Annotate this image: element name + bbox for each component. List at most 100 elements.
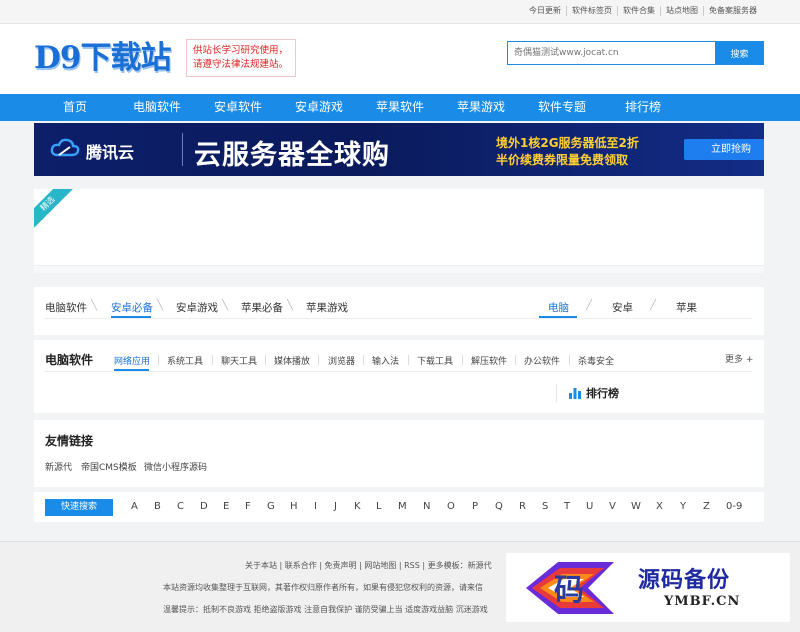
pc-software-section: 电脑软件 网络应用 系统工具 聊天工具 媒体播放 浏览器 输入法 下载工具 解压… [34, 340, 764, 413]
tab-right-pc[interactable]: 电脑 [548, 300, 569, 315]
featured-footer-strip [34, 265, 764, 273]
main-nav: 首页 电脑软件 安卓软件 安卓游戏 苹果软件 苹果游戏 软件专题 排行榜 [0, 94, 800, 121]
tab-android-essentials[interactable]: 安卓必备 [111, 300, 153, 315]
letter-link[interactable]: X [656, 501, 663, 512]
notice-line-2: 请遵守法律法规建站。 [193, 59, 289, 70]
letter-link[interactable]: P [472, 501, 478, 512]
more-link[interactable]: 更多 + [725, 352, 753, 365]
letter-link[interactable]: K [354, 501, 361, 512]
subtab-divider [158, 355, 159, 365]
tab-separator: ╲ [91, 300, 98, 311]
top-link-software-collection[interactable]: 软件合集 [617, 6, 660, 16]
watermark-en-text: YMBF.CN [664, 594, 741, 609]
nav-ranking[interactable]: 排行榜 [625, 94, 661, 121]
subtab-divider [515, 355, 516, 365]
letter-link[interactable]: Y [680, 501, 686, 512]
top-utility-bar: 今日更新 软件标签页 软件合集 站点地图 免备案服务器 [0, 0, 800, 24]
nav-ios-software[interactable]: 苹果软件 [376, 94, 424, 121]
section-title: 电脑软件 [45, 353, 94, 367]
nav-pc-software[interactable]: 电脑软件 [133, 94, 181, 121]
subtab-chat-tools[interactable]: 聊天工具 [221, 354, 257, 367]
letter-link[interactable]: N [423, 501, 430, 512]
friend-link[interactable]: 微信小程序源码 [144, 460, 207, 473]
top-link-software-tags[interactable]: 软件标签页 [566, 6, 617, 16]
tabs-baseline [44, 318, 752, 319]
tab-pc-software[interactable]: 电脑软件 [45, 300, 87, 315]
ranking-title: 排行榜 [586, 387, 619, 400]
letter-index-bar: 快速搜索 A B C D E F G H I J K L M N O P Q R… [34, 492, 764, 522]
subtab-divider [569, 355, 570, 365]
rank-divider [556, 384, 557, 402]
subtab-antivirus[interactable]: 杀毒安全 [578, 354, 614, 367]
nav-android-software[interactable]: 安卓软件 [214, 94, 262, 121]
letter-link[interactable]: U [586, 501, 593, 512]
ad-banner[interactable]: 腾讯云 云服务器全球购 境外1核2G服务器低至2折 半价续费券限量免费领取 立即… [34, 123, 764, 176]
subtab-network-apps[interactable]: 网络应用 [114, 354, 150, 367]
top-link-sitemap[interactable]: 站点地图 [660, 6, 703, 16]
letter-link[interactable]: L [376, 501, 382, 512]
friend-links-section: 友情链接 新源代 帝国CMS模板 微信小程序源码 [34, 420, 764, 487]
letter-link[interactable]: R [519, 501, 526, 512]
nav-software-topics[interactable]: 软件专题 [538, 94, 586, 121]
letter-link[interactable]: H [290, 501, 298, 512]
subtab-divider [212, 355, 213, 365]
friend-link[interactable]: 帝国CMS模板 [81, 460, 137, 473]
tab-android-games[interactable]: 安卓游戏 [176, 300, 218, 315]
tab-separator: ╱ [650, 300, 657, 311]
site-logo[interactable]: D9下载站 [34, 32, 171, 77]
letter-link[interactable]: E [223, 501, 229, 512]
nav-android-games[interactable]: 安卓游戏 [295, 94, 343, 121]
top-link-today-updates[interactable]: 今日更新 [524, 6, 566, 16]
letter-link[interactable]: I [314, 501, 317, 512]
banner-divider [182, 133, 183, 166]
nav-ios-games[interactable]: 苹果游戏 [457, 94, 505, 121]
search-input[interactable] [507, 41, 715, 65]
watermark-badge-char: 码 [554, 573, 584, 608]
category-tabs: 电脑软件 ╲ 安卓必备 ╲ 安卓游戏 ╲ 苹果必备 ╲ 苹果游戏 电脑 ╱ 安卓… [34, 287, 764, 335]
letter-link[interactable]: A [131, 501, 138, 512]
banner-headline: 云服务器全球购 [194, 140, 390, 171]
letter-link[interactable]: Z [703, 501, 710, 512]
letter-link[interactable]: S [542, 501, 548, 512]
subtabs-baseline [44, 371, 752, 372]
subtab-media-players[interactable]: 媒体播放 [274, 354, 310, 367]
subtab-browsers[interactable]: 浏览器 [328, 354, 355, 367]
tab-right-ios[interactable]: 苹果 [676, 300, 697, 315]
letter-link[interactable]: F [245, 501, 251, 512]
letter-link[interactable]: M [398, 501, 407, 512]
top-link-server[interactable]: 免备案服务器 [703, 6, 762, 16]
subtab-system-tools[interactable]: 系统工具 [167, 354, 203, 367]
banner-offer-line-2: 半价续费券限量免费领取 [496, 153, 629, 167]
friend-link[interactable]: 新源代 [45, 460, 72, 473]
letter-link[interactable]: T [564, 501, 570, 512]
letter-link[interactable]: G [267, 501, 275, 512]
nav-home[interactable]: 首页 [63, 94, 87, 121]
tab-right-android[interactable]: 安卓 [612, 300, 633, 315]
banner-cta-button[interactable]: 立即抢购 [684, 139, 764, 160]
tab-ios-essentials[interactable]: 苹果必备 [241, 300, 283, 315]
subtab-divider [363, 355, 364, 365]
letter-link[interactable]: O [447, 501, 455, 512]
letter-link[interactable]: V [609, 501, 616, 512]
tab-ios-games[interactable]: 苹果游戏 [306, 300, 348, 315]
letter-link[interactable]: 0-9 [726, 501, 742, 512]
featured-ribbon: 精选 [34, 189, 76, 232]
banner-offer-line-1: 境外1核2G服务器低至2折 [496, 136, 639, 150]
subtab-input-methods[interactable]: 输入法 [372, 354, 399, 367]
letter-link[interactable]: J [334, 501, 337, 512]
letter-link[interactable]: Q [495, 501, 503, 512]
letter-link[interactable]: B [154, 501, 161, 512]
letter-link[interactable]: C [177, 501, 184, 512]
letter-link[interactable]: D [200, 501, 208, 512]
subtab-download-tools[interactable]: 下载工具 [417, 354, 453, 367]
footer-links[interactable]: 关于本站 | 联系合作 | 免责声明 | 网站地图 | RSS | 更多模板：新… [245, 560, 492, 571]
quick-search-button[interactable]: 快速搜索 [45, 499, 113, 516]
subtab-divider [318, 355, 319, 365]
letter-link[interactable]: W [631, 501, 641, 512]
friend-links-title: 友情链接 [45, 434, 94, 448]
bar-chart-icon [569, 388, 581, 399]
subtab-office[interactable]: 办公软件 [524, 354, 560, 367]
subtab-divider [462, 355, 463, 365]
search-button[interactable]: 搜索 [715, 41, 764, 65]
subtab-decompress[interactable]: 解压软件 [471, 354, 507, 367]
